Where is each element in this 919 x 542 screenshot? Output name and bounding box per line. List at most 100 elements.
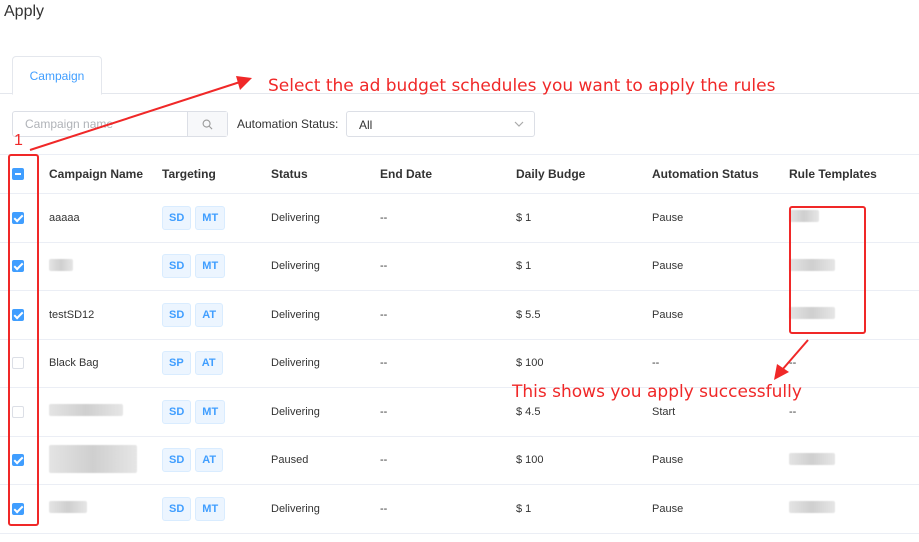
status-cell-text: Delivering — [271, 502, 320, 515]
daily-budget-cell-text: $ 1 — [516, 260, 532, 273]
daily-budget-cell-text: $ 100 — [516, 357, 544, 370]
page-title: Apply — [4, 3, 45, 20]
targeting-tag: AT — [195, 448, 224, 473]
daily-budget-cell-text: $ 1 — [516, 502, 532, 515]
end-date-cell: -- — [380, 436, 516, 485]
table-row[interactable]: Black Bag SP AT Delivering -- $ 100 -- -- — [0, 339, 919, 388]
col-automation-status[interactable]: Automation Status — [652, 154, 789, 194]
redacted-rule-template — [789, 452, 835, 465]
redacted-campaign-name — [49, 444, 137, 473]
targeting-tag: MT — [195, 496, 226, 521]
targeting-cell: SP AT — [162, 339, 271, 388]
targeting-cell: SD MT — [162, 484, 271, 534]
targeting-cell: SD AT — [162, 290, 271, 340]
redacted-rule-template — [789, 501, 835, 514]
targeting-cell: SD MT — [162, 242, 271, 291]
daily-budget-cell: $ 1 — [516, 193, 652, 243]
automation-status-cell: -- — [652, 339, 789, 388]
campaign-search-input[interactable] — [13, 112, 188, 136]
annotation-rule-box — [789, 206, 866, 334]
table-row[interactable]: testSD12 SD AT Delivering -- $ 5.5 Pause — [0, 290, 919, 340]
campaign-name-text: testSD12 — [49, 308, 95, 321]
redacted-campaign-name — [49, 258, 73, 271]
rule-template-cell: -- — [789, 339, 919, 388]
campaign-name-cell — [49, 242, 162, 291]
table-row[interactable]: SD MT Delivering -- $ 1 Pause — [0, 484, 919, 534]
status-cell: Paused — [271, 436, 380, 485]
automation-status-cell-text: Pause — [652, 454, 684, 467]
col-end-date[interactable]: End Date — [380, 154, 516, 194]
table-row[interactable]: SD AT Paused -- $ 100 Pause — [0, 436, 919, 485]
end-date-cell-text: -- — [380, 211, 388, 224]
automation-status-cell-text: -- — [652, 357, 660, 370]
end-date-cell: -- — [380, 242, 516, 291]
campaign-name-text: aaaaa — [49, 211, 80, 224]
automation-status-select[interactable]: All — [346, 111, 535, 137]
campaign-table: Campaign Name Targeting Status End Date … — [0, 154, 919, 534]
search-button[interactable] — [187, 112, 227, 136]
targeting-tag: SD — [162, 448, 192, 473]
targeting-tag: SD — [162, 496, 192, 521]
automation-status-cell-text: Pause — [652, 502, 684, 515]
table-row[interactable]: aaaaa SD MT Delivering -- $ 1 Pause — [0, 193, 919, 243]
col-daily-budget[interactable]: Daily Budge — [516, 154, 652, 194]
automation-status-cell-text: Pause — [652, 211, 684, 224]
status-cell-text: Delivering — [271, 211, 320, 224]
daily-budget-cell: $ 100 — [516, 339, 652, 388]
campaign-name-cell: testSD12 — [49, 290, 162, 340]
campaign-name-text: Black Bag — [49, 357, 99, 370]
annotation-checkbox-box — [8, 154, 39, 526]
daily-budget-cell: $ 100 — [516, 436, 652, 485]
targeting-cell: SD AT — [162, 436, 271, 485]
end-date-cell-text: -- — [380, 357, 388, 370]
rule-template-text: -- — [789, 357, 797, 370]
end-date-cell-text: -- — [380, 502, 388, 515]
rule-template-cell — [789, 436, 919, 485]
status-cell: Delivering — [271, 484, 380, 534]
end-date-cell: -- — [380, 484, 516, 534]
campaign-name-cell — [49, 387, 162, 437]
targeting-tag: MT — [195, 399, 226, 424]
end-date-cell: -- — [380, 290, 516, 340]
end-date-cell-text: -- — [380, 308, 388, 321]
automation-status-cell: Pause — [652, 484, 789, 534]
col-status[interactable]: Status — [271, 154, 380, 194]
table-header-row: Campaign Name Targeting Status End Date … — [0, 154, 919, 194]
automation-status-cell: Pause — [652, 193, 789, 243]
targeting-cell: SD MT — [162, 387, 271, 437]
chevron-down-icon — [514, 121, 524, 127]
end-date-cell: -- — [380, 387, 516, 437]
end-date-cell-text: -- — [380, 454, 388, 467]
targeting-tag: SD — [162, 399, 192, 424]
col-campaign-name[interactable]: Campaign Name — [49, 154, 162, 194]
col-rule-templates[interactable]: Rule Templates — [789, 154, 919, 194]
campaign-name-cell — [49, 484, 162, 534]
daily-budget-cell-text: $ 4.5 — [516, 405, 541, 418]
status-cell-text: Delivering — [271, 308, 320, 321]
end-date-cell: -- — [380, 193, 516, 243]
daily-budget-cell: $ 5.5 — [516, 290, 652, 340]
status-cell-text: Paused — [271, 454, 309, 467]
tab-campaign[interactable]: Campaign — [12, 56, 102, 95]
automation-status-cell-text: Pause — [652, 260, 684, 273]
col-targeting[interactable]: Targeting — [162, 154, 271, 194]
daily-budget-cell: $ 1 — [516, 242, 652, 291]
automation-status-label: Automation Status: — [237, 117, 339, 131]
targeting-tag: SD — [162, 302, 192, 327]
daily-budget-cell: $ 1 — [516, 484, 652, 534]
end-date-cell: -- — [380, 339, 516, 388]
automation-status-cell: Pause — [652, 290, 789, 340]
automation-status-cell-text: Pause — [652, 308, 684, 321]
end-date-cell-text: -- — [380, 260, 388, 273]
automation-status-cell-text: Start — [652, 405, 676, 418]
targeting-tag: SP — [162, 351, 191, 376]
annotation-number: 1 — [14, 132, 23, 149]
targeting-tag: AT — [194, 351, 223, 376]
targeting-cell: SD MT — [162, 193, 271, 243]
status-cell-text: Delivering — [271, 260, 320, 273]
rule-template-text: -- — [789, 405, 797, 418]
status-cell: Delivering — [271, 387, 380, 437]
redacted-campaign-name — [49, 404, 123, 417]
rule-template-cell — [789, 484, 919, 534]
table-row[interactable]: SD MT Delivering -- $ 1 Pause — [0, 242, 919, 291]
